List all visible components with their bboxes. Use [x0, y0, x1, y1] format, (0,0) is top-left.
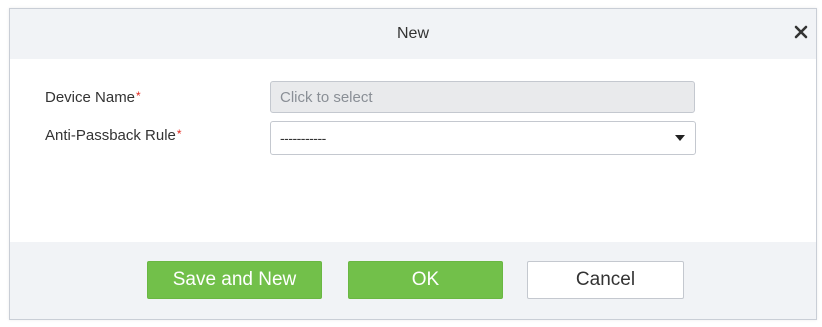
anti-passback-rule-row: Anti-Passback Rule* ----------- — [10, 119, 816, 155]
save-and-new-button[interactable]: Save and New — [147, 261, 322, 299]
dialog-body: Device Name* Anti-Passback Rule* -------… — [10, 59, 816, 244]
required-asterisk: * — [176, 127, 182, 141]
anti-passback-rule-label: Anti-Passback Rule* — [45, 127, 182, 144]
chevron-down-icon[interactable] — [675, 135, 685, 141]
anti-passback-rule-selected-value: ----------- — [280, 130, 326, 146]
ok-button[interactable]: OK — [348, 261, 503, 299]
device-name-input[interactable] — [270, 81, 695, 113]
device-name-label: Device Name* — [45, 89, 141, 106]
device-name-row: Device Name* — [10, 81, 816, 115]
anti-passback-rule-label-text: Anti-Passback Rule — [45, 127, 176, 144]
required-asterisk: * — [136, 89, 141, 103]
close-icon[interactable] — [790, 21, 812, 43]
dialog-titlebar: New — [10, 9, 816, 59]
dialog-footer: Save and New OK Cancel — [10, 242, 816, 319]
dialog-title: New — [396, 25, 429, 42]
new-dialog: New Device Name* Anti-Passback Rule* ---… — [9, 8, 817, 320]
anti-passback-rule-select[interactable]: ----------- — [270, 121, 696, 155]
device-name-label-text: Device Name — [45, 89, 136, 106]
cancel-button[interactable]: Cancel — [527, 261, 684, 299]
